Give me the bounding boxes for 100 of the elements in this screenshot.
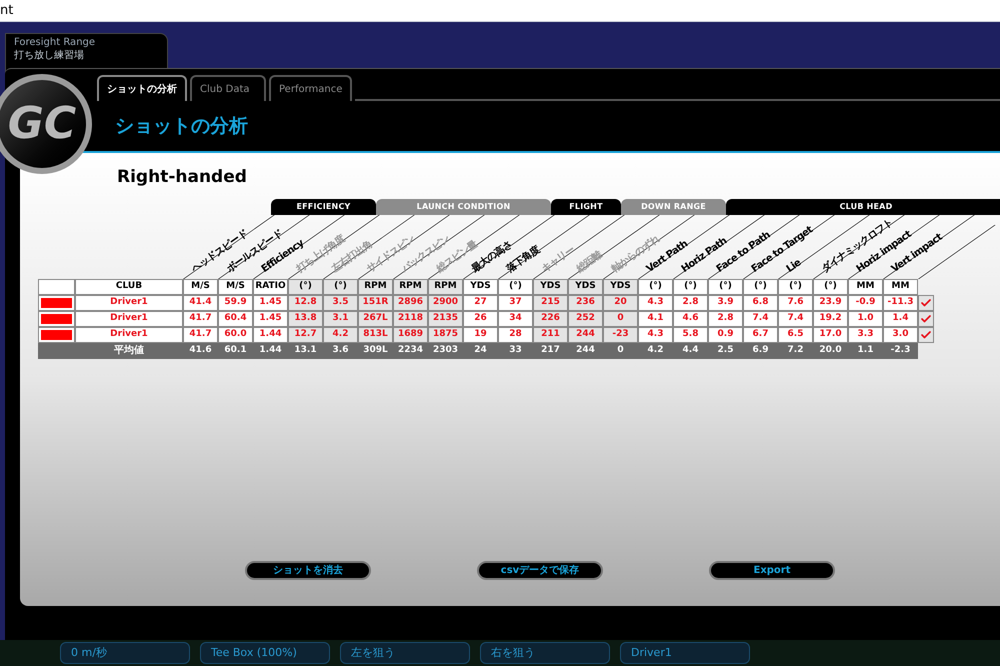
table-cell: 41.4 [183,294,218,310]
table-cell: 6.5 [778,326,813,342]
column-header: CLUB [75,278,183,294]
table-cell: 2.8 [708,310,743,326]
column-header: (°) [498,278,533,294]
column-header: MM [848,278,883,294]
table-cell: 4.3 [638,326,673,342]
table-cell: Driver1 [75,310,183,326]
column-label: Lie [785,258,804,274]
table-cell: 267L [358,310,393,326]
table-cell: 2.8 [673,294,708,310]
table-cell: 1.44 [253,326,288,342]
table-cell: 5.8 [673,326,708,342]
table-cell: 4.2 [323,326,358,342]
handedness-label: Right-handed [117,166,248,189]
table-cell: 1.45 [253,294,288,310]
table-cell: 6.7 [743,326,778,342]
table-cell-text: 4.2 [646,344,664,357]
action-button[interactable]: ショットを消去 [245,561,371,580]
group-header: EFFICIENCY [271,198,376,214]
tab[interactable]: Performance [269,75,352,101]
table-cell: 4.6 [673,310,708,326]
table-cell: 23.9 [813,294,848,310]
check-icon[interactable] [920,296,932,308]
column-header: (°) [743,278,778,294]
table-cell: -11.3 [883,294,918,310]
column-header: YDS [568,278,603,294]
tab[interactable]: ショットの分析 [97,75,187,101]
column-header: (°) [673,278,708,294]
table-cell-text: 7.2 [786,344,804,357]
table-cell: 252 [568,310,603,326]
page-title: ショットの分析 [115,114,248,139]
group-header: FLIGHT [551,198,621,214]
group-header: DOWN RANGE [621,198,726,214]
table-cell: 26 [463,310,498,326]
column-header: M/S [183,278,218,294]
table-cell: 0.9 [708,326,743,342]
table-cell-text: 3.6 [332,344,350,357]
table-cell: 19 [463,326,498,342]
table-cell-text: 244 [575,344,596,357]
column-header: (°) [778,278,813,294]
table-cell: 813L [358,326,393,342]
column-header: RATIO [253,278,288,294]
column-header: RPM [428,278,463,294]
table-cell: 2118 [393,310,428,326]
status-item[interactable]: 左を狙う [340,642,470,664]
table-cell: 0 [603,310,638,326]
table-cell: 1.0 [848,310,883,326]
window-title: nt [0,2,14,20]
table-cell-text: 0 [616,344,625,357]
table-cell: 2896 [393,294,428,310]
table-cell-text: 60.1 [223,344,248,357]
check-icon[interactable] [920,312,932,324]
column-header: RPM [358,278,393,294]
table-cell-text: 24 [473,344,488,357]
table-cell-text: 33 [508,344,523,357]
table-cell-text: 6.9 [752,344,770,357]
table-cell: 3.5 [323,294,358,310]
table-cell: 19.2 [813,310,848,326]
status-item[interactable]: Tee Box (100%) [200,642,330,664]
logo-text: GC [8,97,76,151]
column-label: 総距離 [575,250,604,274]
table-cell: 1.4 [883,310,918,326]
table-cell: 59.9 [218,294,253,310]
table-cell: 3.3 [848,326,883,342]
table-cell: 3.0 [883,326,918,342]
table-cell: Driver1 [75,294,183,310]
column-header: (°) [638,278,673,294]
status-item[interactable]: 0 m/秒 [60,642,190,664]
column-header: YDS [603,278,638,294]
table-cell: 20 [603,294,638,310]
action-button[interactable]: Export [709,561,835,580]
table-cell-text: 20.0 [818,344,843,357]
table-cell-text: 309L [362,344,389,357]
table-cell: 41.7 [183,326,218,342]
table-cell: 1875 [428,326,463,342]
status-item[interactable]: Driver1 [620,642,750,664]
check-icon[interactable] [920,328,932,340]
table-cell-text: 1.44 [258,344,283,357]
group-header: LAUNCH CONDITION [376,198,551,214]
table-cell: -23 [603,326,638,342]
table-cell-text: 1.1 [856,344,874,357]
table-cell: 37 [498,294,533,310]
table-cell: 151R [358,294,393,310]
action-button[interactable]: csvデータで保存 [477,561,603,580]
column-header: (°) [288,278,323,294]
table-cell-text: 41.6 [188,344,213,357]
table-cell: 226 [533,310,568,326]
column-header: (°) [813,278,848,294]
column-header: (°) [708,278,743,294]
status-item[interactable]: 右を狙う [480,642,610,664]
table-cell: 27 [463,294,498,310]
table-cell: 12.8 [288,294,323,310]
table-cell: 1.45 [253,310,288,326]
average-label: 平均値 [113,344,145,358]
column-header: YDS [533,278,568,294]
tab[interactable]: Club Data [190,75,266,101]
column-header: (°) [323,278,358,294]
table-cell: 34 [498,310,533,326]
table-cell: 60.4 [218,310,253,326]
